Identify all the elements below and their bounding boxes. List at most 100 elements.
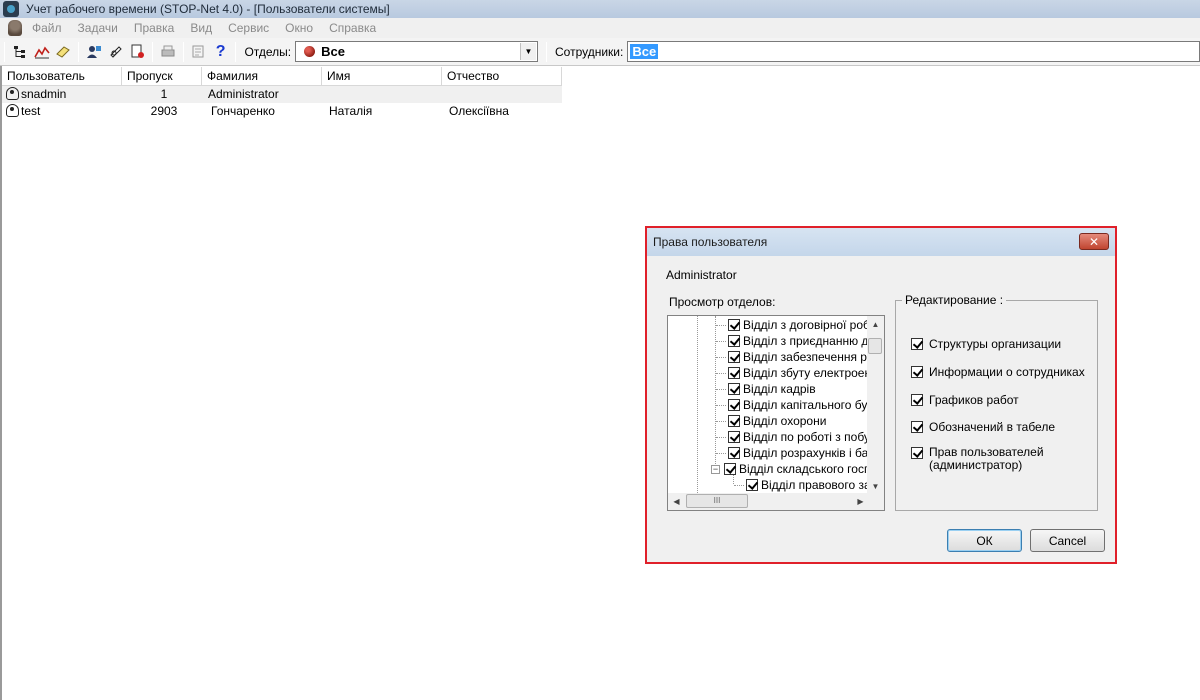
report-icon[interactable] (127, 41, 149, 63)
cell-patronymic: Олексіївна (449, 104, 509, 118)
checkbox[interactable] (728, 319, 740, 331)
cell-pass: 1 (160, 87, 168, 101)
dialog-username: Administrator (666, 268, 737, 282)
option-structure[interactable]: Структуры организации (911, 337, 1061, 351)
tree-item[interactable]: Відділ збуту електроене (716, 365, 878, 381)
checkbox[interactable] (911, 338, 923, 350)
scroll-thumb[interactable] (868, 338, 882, 354)
cancel-button[interactable]: Cancel (1030, 529, 1105, 552)
tree-icon[interactable] (9, 41, 31, 63)
tree-item[interactable]: Відділ капітального будів (716, 397, 883, 413)
option-schedules[interactable]: Графиков работ (911, 393, 1019, 407)
tree-item-label: Відділ по роботі з побуто (743, 430, 882, 444)
dialog-title-bar: Права пользователя ✕ (647, 228, 1115, 256)
chevron-down-icon[interactable]: ▼ (520, 43, 537, 60)
chart-icon[interactable] (31, 41, 53, 63)
cell-user: snadmin (2, 86, 122, 103)
app-icon (3, 1, 19, 17)
scroll-thumb[interactable]: III (686, 494, 748, 508)
departments-tree[interactable]: Відділ з договірної роботи Відділ з приє… (667, 315, 885, 511)
cell-surname: Administrator (208, 87, 279, 101)
ok-button[interactable]: ОК (947, 529, 1022, 552)
export-icon[interactable] (188, 41, 210, 63)
tree-item[interactable]: Відділ забезпечення роз (716, 349, 879, 365)
close-icon[interactable]: ✕ (1079, 233, 1109, 250)
option-user-rights[interactable]: Прав пользователей (администратор) (911, 446, 1071, 472)
checkbox[interactable] (728, 399, 740, 411)
department-icon (304, 46, 316, 57)
option-employees-info[interactable]: Информации о сотрудниках (911, 365, 1085, 379)
menu-tasks[interactable]: Задачи (76, 21, 120, 35)
tree-item[interactable]: Відділ по роботі з побуто (716, 429, 882, 445)
employees-label: Сотрудники: (555, 44, 624, 59)
checkbox[interactable] (728, 335, 740, 347)
toolbar-separator (235, 41, 237, 62)
tree-item-label: Відділ капітального будів (743, 398, 883, 412)
tree-item[interactable]: Відділ кадрів (716, 381, 816, 397)
menu-help[interactable]: Справка (327, 21, 378, 35)
checkbox[interactable] (911, 421, 923, 433)
checkbox[interactable] (746, 479, 758, 491)
checkbox[interactable] (728, 415, 740, 427)
menu-view[interactable]: Вид (188, 21, 214, 35)
tree-item-label: Відділ збуту електроене (743, 366, 878, 380)
tree-item[interactable]: Відділ правового заб (734, 477, 878, 493)
menu-bar: Файл Задачи Правка Вид Сервис Окно Справ… (0, 18, 1200, 38)
toolbar-separator (4, 41, 5, 62)
column-header-pass[interactable]: Пропуск (122, 67, 202, 86)
checkbox[interactable] (911, 366, 923, 378)
document-icon[interactable] (8, 20, 22, 36)
menu-file[interactable]: Файл (30, 21, 64, 35)
checkbox[interactable] (911, 447, 923, 459)
checkbox[interactable] (911, 394, 923, 406)
tree-item[interactable]: Відділ з договірної роботи (716, 317, 884, 333)
checkbox[interactable] (728, 367, 740, 379)
print-icon[interactable] (157, 41, 179, 63)
option-timesheet-codes[interactable]: Обозначений в табеле (911, 420, 1055, 434)
tree-item-label: Відділ охорони (743, 414, 827, 428)
clock-icon[interactable] (105, 41, 127, 63)
option-label: Прав пользователей (администратор) (929, 445, 1044, 472)
checkbox[interactable] (728, 383, 740, 395)
scroll-corner (867, 493, 884, 510)
checkbox[interactable] (728, 351, 740, 363)
scroll-up-icon[interactable]: ▲ (867, 316, 884, 333)
scroll-left-icon[interactable]: ◀ (668, 493, 685, 510)
editing-group-label: Редактирование : (902, 293, 1007, 307)
departments-view-label: Просмотр отделов: (669, 295, 776, 309)
cell-user-text: test (21, 104, 41, 118)
tree-vertical-scrollbar[interactable]: ▲ ▼ (867, 316, 884, 495)
collapse-icon[interactable]: − (711, 464, 720, 474)
employees-input[interactable]: Все (627, 41, 1200, 62)
option-label: Обозначений в табеле (929, 420, 1056, 434)
employees-value: Все (630, 44, 659, 59)
table-row[interactable]: snadmin 1 Administrator (2, 86, 562, 103)
column-header-patronymic[interactable]: Отчество (442, 67, 562, 86)
table-row[interactable]: test 2903 Гончаренко Наталія Олексіївна (2, 103, 562, 120)
departments-combo[interactable]: Все ▼ (295, 41, 539, 62)
help-icon[interactable]: ? (210, 41, 232, 63)
cell-user-text: snadmin (21, 87, 67, 101)
tree-item[interactable]: Відділ з приєднанню до БЕ (716, 333, 884, 349)
option-label: Графиков работ (929, 393, 1019, 407)
column-header-name[interactable]: Имя (322, 67, 442, 86)
checkbox[interactable] (728, 431, 740, 443)
tree-item[interactable]: Відділ охорони (716, 413, 826, 429)
tree-item[interactable]: Відділ розрахунків і бала (716, 445, 882, 461)
menu-service[interactable]: Сервис (226, 21, 271, 35)
users-icon[interactable] (83, 41, 105, 63)
column-header-user[interactable]: Пользователь (2, 67, 122, 86)
checkbox[interactable] (724, 463, 736, 475)
title-bar: Учет рабочего времени (STOP-Net 4.0) - [… (0, 0, 1200, 18)
toolbar-separator (183, 41, 185, 62)
tree-item-label: Відділ складського госп (739, 462, 871, 476)
menu-edit[interactable]: Правка (132, 21, 177, 35)
cell-user: test (2, 103, 122, 120)
column-header-surname[interactable]: Фамилия (202, 67, 322, 86)
checkbox[interactable] (728, 447, 740, 459)
menu-window[interactable]: Окно (283, 21, 315, 35)
tree-horizontal-scrollbar[interactable]: ◀ III ▶ (668, 493, 869, 510)
toolbar-separator (78, 41, 80, 62)
note-icon[interactable] (52, 41, 74, 63)
tree-item[interactable]: − Відділ складського госп (711, 461, 870, 477)
